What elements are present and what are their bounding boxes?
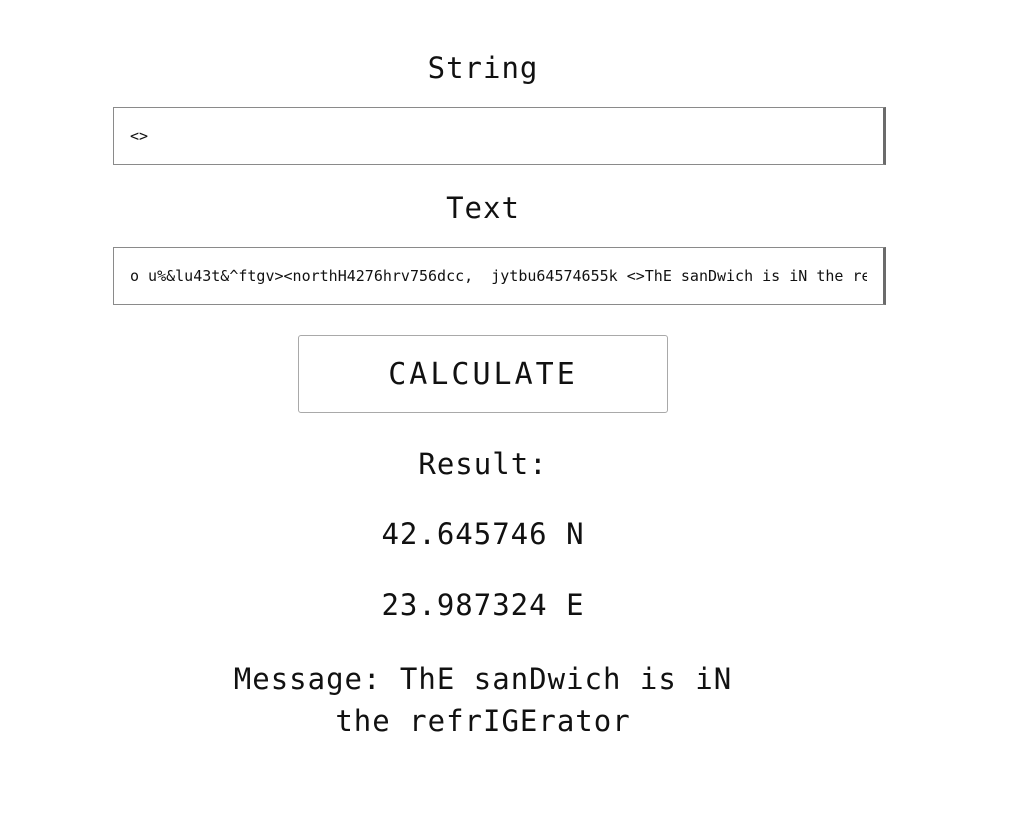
text-label: Text <box>446 191 520 225</box>
longitude-value: 23.987324 E <box>381 588 585 622</box>
result-heading: Result: <box>418 447 548 481</box>
message-text: Message: ThE sanDwich is iN the refrIGEr… <box>233 662 733 738</box>
string-input[interactable] <box>113 107 886 165</box>
string-label: String <box>427 51 539 85</box>
latitude-value: 42.645746 N <box>381 517 585 551</box>
calculate-button[interactable]: CALCULATE <box>298 335 668 413</box>
text-input[interactable] <box>113 247 886 305</box>
